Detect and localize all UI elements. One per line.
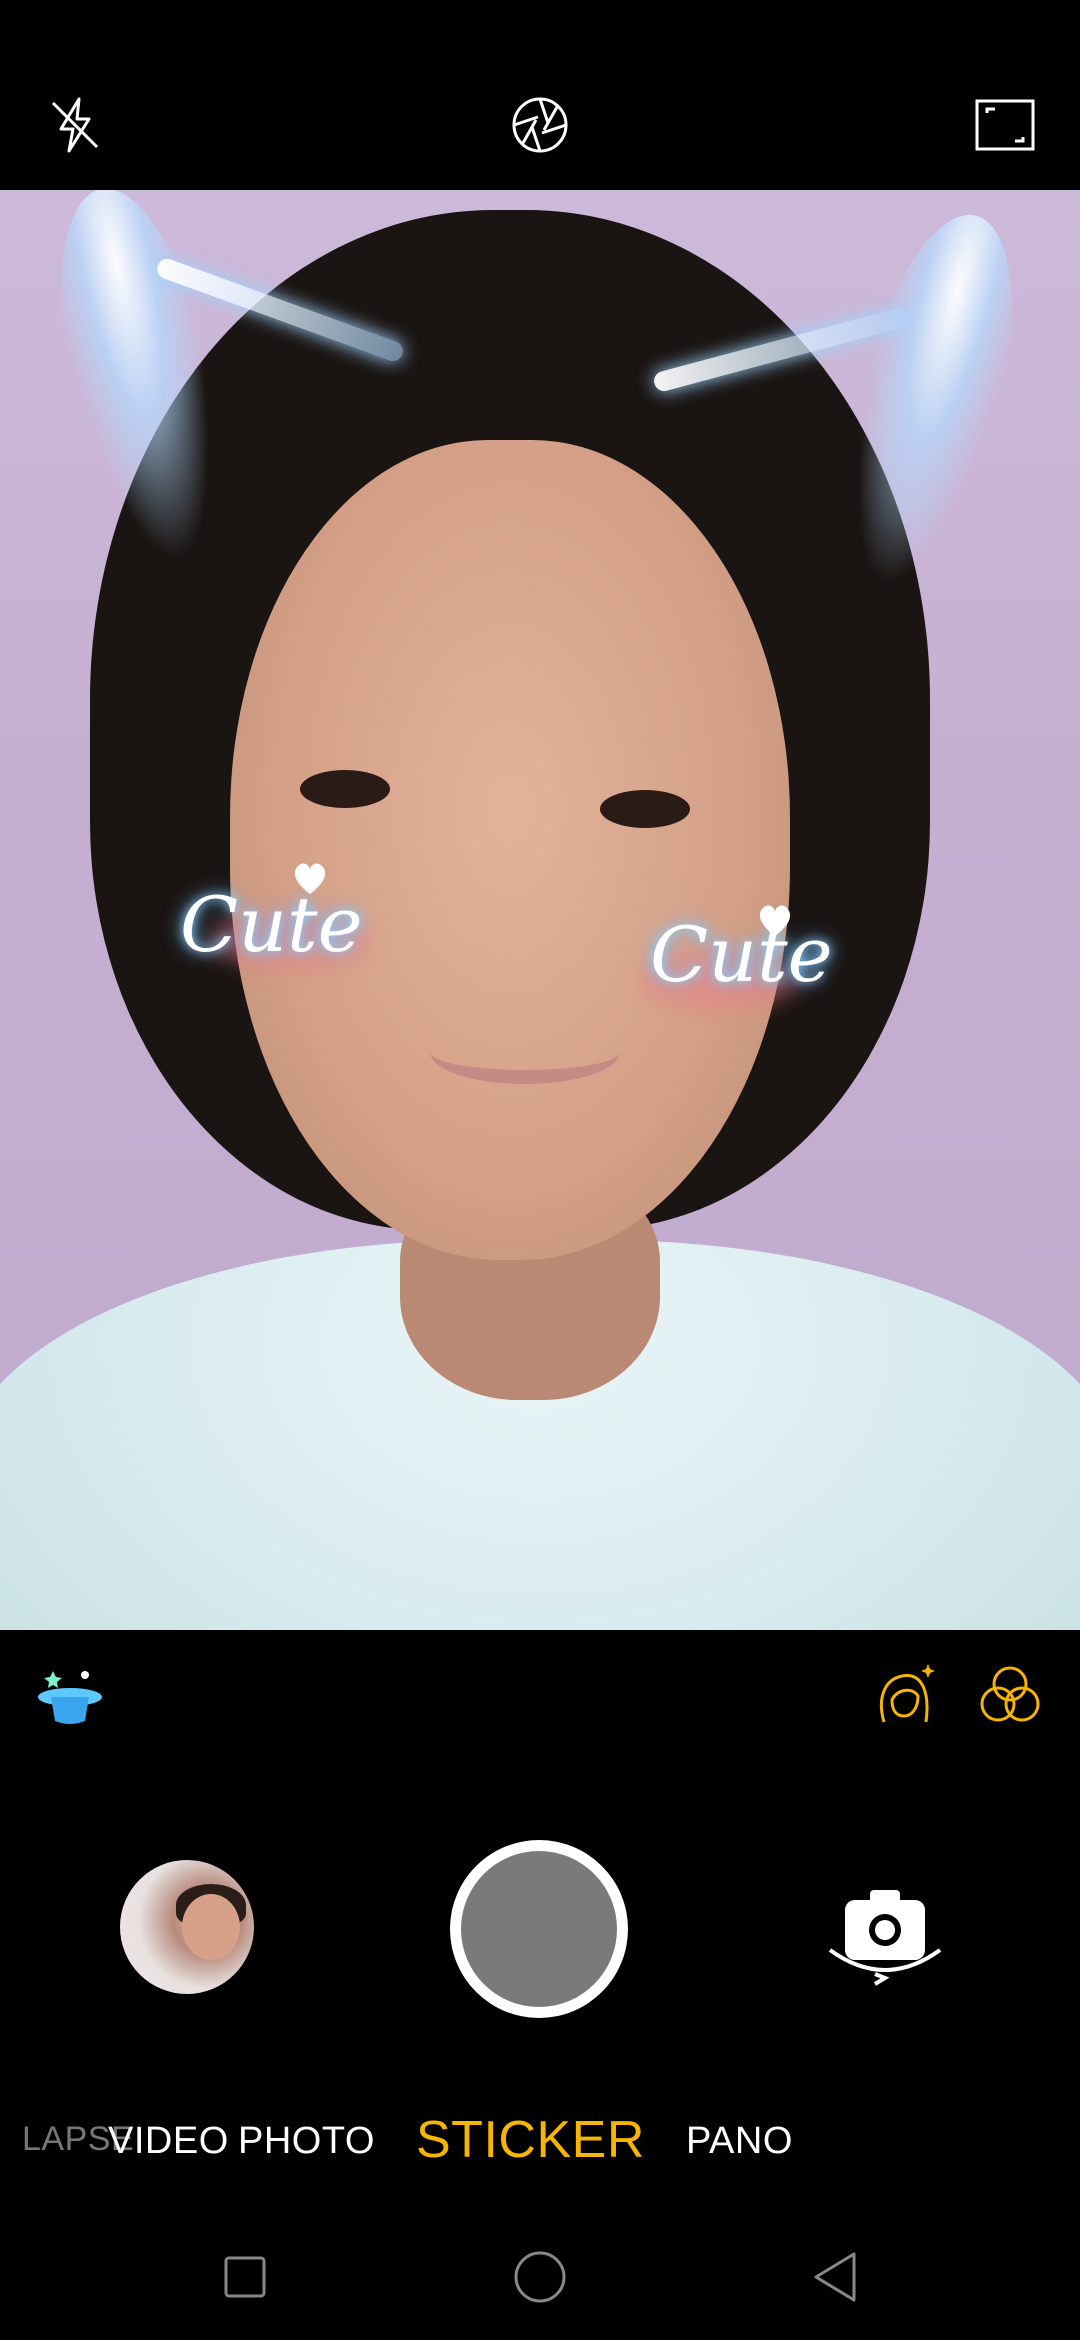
flash-off-icon[interactable] bbox=[40, 90, 110, 160]
mode-sticker[interactable]: STICKER bbox=[416, 2110, 645, 2170]
top-bar bbox=[0, 0, 1080, 190]
switch-camera-icon[interactable] bbox=[820, 1880, 950, 1990]
gallery-thumbnail[interactable] bbox=[120, 1860, 254, 1994]
mode-pano[interactable]: PANO bbox=[686, 2120, 793, 2163]
magic-hat-icon[interactable] bbox=[35, 1660, 105, 1730]
system-nav-bar bbox=[0, 2220, 1080, 2340]
camera-app: Cute Cute LAPSE VIDEO PHOTO STICKER PANO bbox=[0, 0, 1080, 2340]
heart-icon bbox=[294, 863, 326, 894]
camera-viewfinder[interactable]: Cute Cute bbox=[0, 190, 1080, 1630]
recents-icon[interactable] bbox=[210, 2242, 280, 2312]
tool-row bbox=[0, 1630, 1080, 1760]
back-icon[interactable] bbox=[800, 2242, 870, 2312]
capture-row bbox=[0, 1820, 1080, 2040]
subject-left-eye bbox=[300, 770, 390, 808]
aperture-icon[interactable] bbox=[505, 90, 575, 160]
subject-mouth bbox=[430, 1020, 620, 1084]
shutter-button[interactable] bbox=[450, 1840, 628, 2018]
home-icon[interactable] bbox=[505, 2242, 575, 2312]
shutter-inner bbox=[461, 1851, 617, 2007]
filter-circles-icon[interactable] bbox=[975, 1660, 1045, 1730]
subject-right-eye bbox=[600, 790, 690, 828]
mode-photo[interactable]: PHOTO bbox=[238, 2120, 375, 2163]
subject-face bbox=[230, 440, 790, 1260]
aspect-ratio-icon[interactable] bbox=[970, 90, 1040, 160]
beauty-face-icon[interactable] bbox=[870, 1660, 940, 1730]
sticker-cute-right: Cute bbox=[650, 910, 833, 999]
sticker-cute-left: Cute bbox=[180, 880, 363, 969]
heart-icon bbox=[759, 905, 791, 936]
thumbnail-face bbox=[182, 1894, 240, 1960]
mode-selector: LAPSE VIDEO PHOTO STICKER PANO bbox=[0, 2100, 1080, 2200]
mode-video[interactable]: VIDEO bbox=[108, 2120, 229, 2163]
